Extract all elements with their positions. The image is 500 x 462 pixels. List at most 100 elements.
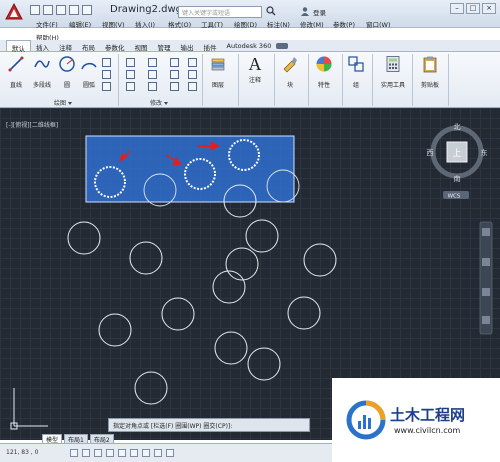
open-file-icon[interactable] xyxy=(43,5,53,15)
osnap-toggle-icon[interactable] xyxy=(118,449,126,457)
properties-tool[interactable]: 特性 xyxy=(312,55,336,89)
drawing-circle[interactable] xyxy=(247,347,281,381)
drawing-circle[interactable] xyxy=(225,247,259,281)
layers-tool[interactable]: 图层 xyxy=(208,55,228,89)
tab-autodesk360[interactable]: Autodesk 360 xyxy=(222,40,277,51)
unselected-circles xyxy=(67,184,337,405)
fillet-icon[interactable] xyxy=(170,70,179,79)
polyline-tool[interactable]: 多段线 xyxy=(30,55,54,89)
zoom-icon[interactable] xyxy=(482,288,490,296)
rotate-icon[interactable] xyxy=(148,58,157,67)
menu-edit[interactable]: 编辑(E) xyxy=(69,19,102,29)
menu-tools[interactable]: 工具(T) xyxy=(201,19,234,29)
menu-window[interactable]: 窗口(W) xyxy=(366,19,399,29)
maximize-icon[interactable]: □ xyxy=(466,3,480,14)
ducs-toggle-icon[interactable] xyxy=(142,449,150,457)
drawing-circle[interactable] xyxy=(129,241,163,275)
login-link[interactable]: 登录 xyxy=(313,7,326,17)
block-tool[interactable]: 块 xyxy=(280,55,300,89)
tab-layout[interactable]: 布局 xyxy=(77,40,100,52)
command-line[interactable]: 指定对角点或 [栏选(F) 圈围(WP) 圈交(CP)]: xyxy=(108,418,310,432)
clipboard-icon xyxy=(423,56,437,73)
save-icon[interactable] xyxy=(56,5,66,15)
tab-view[interactable]: 视图 xyxy=(130,40,153,52)
panel-separator xyxy=(118,54,119,106)
new-file-icon[interactable] xyxy=(30,5,40,15)
viewcube[interactable]: 上 北 南 东 西 WCS xyxy=(427,123,488,200)
pan-icon[interactable] xyxy=(482,258,490,266)
copy-icon[interactable] xyxy=(126,70,135,79)
move-icon[interactable] xyxy=(126,58,135,67)
mirror-icon[interactable] xyxy=(148,70,157,79)
trim-icon[interactable] xyxy=(170,58,179,67)
group-tool[interactable]: 组 xyxy=(346,55,366,89)
snap-toggle-icon[interactable] xyxy=(70,449,78,457)
ribbon-toggle-icon[interactable] xyxy=(276,43,289,49)
drawing-circle[interactable] xyxy=(212,270,246,304)
minimize-icon[interactable]: – xyxy=(450,3,464,14)
gradient-icon[interactable] xyxy=(102,82,111,91)
clipboard-tool[interactable]: 剪贴板 xyxy=(416,55,444,89)
hatch-icon[interactable] xyxy=(102,70,111,79)
drawing-circle[interactable] xyxy=(245,219,279,253)
rectangle-icon[interactable] xyxy=(102,58,111,67)
annotation-tool[interactable]: A 注释 xyxy=(244,53,266,84)
drawing-circle[interactable] xyxy=(214,331,248,365)
block-icon xyxy=(283,57,297,73)
lineweight-toggle-icon[interactable] xyxy=(166,449,174,457)
watermark-url: www.civilcn.com xyxy=(394,426,461,435)
properties-icon xyxy=(316,56,332,72)
drawing-circle[interactable] xyxy=(303,243,337,277)
tab-insert[interactable]: 插入 xyxy=(31,40,54,52)
array-icon[interactable] xyxy=(170,82,179,91)
dyn-toggle-icon[interactable] xyxy=(154,449,162,457)
tab-plugins[interactable]: 插件 xyxy=(199,40,222,52)
menu-format[interactable]: 格式(O) xyxy=(168,19,201,29)
line-tool[interactable]: 直线 xyxy=(6,55,26,89)
offset-icon[interactable] xyxy=(188,82,197,91)
tab-annotate[interactable]: 注释 xyxy=(54,40,77,52)
menu-file[interactable]: 文件(F) xyxy=(36,19,69,29)
arc-label: 圆弧 xyxy=(82,82,95,89)
arc-tool[interactable]: 圆弧 xyxy=(80,55,98,89)
tab-parametric[interactable]: 参数化 xyxy=(100,40,130,52)
search-icon[interactable] xyxy=(266,6,276,16)
menu-dimension[interactable]: 标注(N) xyxy=(267,19,300,29)
steering-wheel-icon[interactable] xyxy=(482,228,490,236)
erase-icon[interactable] xyxy=(188,58,197,67)
polar-toggle-icon[interactable] xyxy=(106,449,114,457)
user-icon[interactable] xyxy=(300,6,310,16)
otrack-toggle-icon[interactable] xyxy=(130,449,138,457)
menu-modify[interactable]: 修改(M) xyxy=(300,19,333,29)
scale-icon[interactable] xyxy=(148,82,157,91)
quick-access-toolbar xyxy=(30,5,92,15)
menu-insert[interactable]: 插入(I) xyxy=(135,19,168,29)
tab-default[interactable]: 默认 xyxy=(6,40,31,53)
tab-output[interactable]: 输出 xyxy=(176,40,199,52)
drawing-circle[interactable] xyxy=(287,296,321,330)
tab-manage[interactable]: 管理 xyxy=(153,40,176,52)
menu-view[interactable]: 视图(V) xyxy=(102,19,135,29)
utilities-tool[interactable]: 实用工具 xyxy=(376,55,410,89)
orbit-icon[interactable] xyxy=(482,316,490,324)
drawing-circle[interactable] xyxy=(67,221,101,255)
civilcn-logo-icon xyxy=(346,400,386,440)
explode-icon[interactable] xyxy=(188,70,197,79)
menu-parametric[interactable]: 参数(P) xyxy=(333,19,366,29)
modify-panel-label[interactable]: 修改 xyxy=(150,98,169,107)
grid-toggle-icon[interactable] xyxy=(82,449,90,457)
undo-icon[interactable] xyxy=(69,5,79,15)
draw-panel-label[interactable]: 绘图 xyxy=(54,98,73,107)
panel-separator xyxy=(238,54,239,106)
menu-draw[interactable]: 绘图(D) xyxy=(234,19,267,29)
close-icon[interactable]: × xyxy=(482,3,496,14)
circle-tool[interactable]: 圆 xyxy=(58,55,76,89)
ortho-toggle-icon[interactable] xyxy=(94,449,102,457)
drawing-circle[interactable] xyxy=(98,313,132,347)
drawing-circle[interactable] xyxy=(134,371,168,405)
drawing-circle[interactable] xyxy=(161,297,195,331)
utilities-label: 实用工具 xyxy=(380,82,405,89)
stretch-icon[interactable] xyxy=(126,82,135,91)
redo-icon[interactable] xyxy=(82,5,92,15)
line-icon xyxy=(8,56,24,72)
